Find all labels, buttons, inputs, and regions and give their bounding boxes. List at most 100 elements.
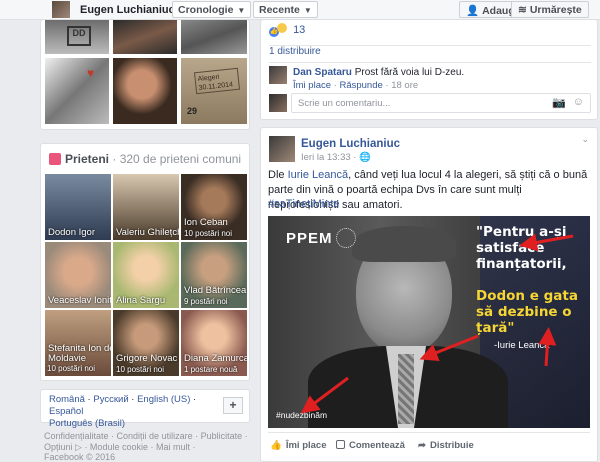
- wow-reaction-icon: [277, 23, 287, 33]
- red-arrows-overlay: [300, 233, 574, 414]
- friend-name[interactable]: Valeriu Ghilețchi: [116, 227, 179, 238]
- follow-label: Urmărește: [529, 4, 582, 16]
- profile-avatar-small[interactable]: [52, 1, 70, 18]
- comment-icon: [336, 440, 345, 449]
- commenter-avatar[interactable]: [269, 66, 287, 84]
- language-link[interactable]: English (US): [137, 394, 190, 405]
- post-author-avatar[interactable]: [269, 136, 295, 162]
- friend-tile[interactable]: Alina Sargu: [113, 242, 179, 308]
- arrow-icon: [538, 327, 557, 367]
- ballot-caption: Alegeri 30.11.2014: [193, 67, 241, 95]
- friend-name[interactable]: Dodon Igor: [48, 227, 95, 238]
- comment-actions: Îmi place · Răspunde · 18 ore: [293, 80, 419, 91]
- comment-author[interactable]: Dan Spataru: [293, 67, 352, 78]
- comment-reply-link[interactable]: Răspunde: [339, 80, 382, 91]
- comment-label: Comentează: [349, 440, 405, 451]
- thumbs-up-icon: 👍: [270, 440, 282, 451]
- recent-select[interactable]: Recente ▼: [253, 1, 318, 18]
- friend-new-posts: 10 postări noi: [184, 229, 233, 238]
- globe-icon: 🌐: [359, 152, 371, 163]
- language-list: Română · Русский · English (US) · Españo…: [49, 394, 197, 429]
- comment: Dan Spataru Prost fără voia lui D-zeu.: [293, 67, 464, 78]
- friends-icon: [49, 153, 61, 165]
- photo-thumb[interactable]: ♥: [45, 58, 109, 124]
- comment-time: · 18 ore: [385, 80, 419, 91]
- share-button[interactable]: ➦ Distribuie: [418, 440, 474, 451]
- friends-count: · 320 de prieteni comuni: [112, 152, 242, 166]
- comment-placeholder: Scrie un comentariu...: [298, 98, 391, 109]
- share-icon: ➦: [418, 440, 426, 451]
- comment-text: Prost fără voia lui D-zeu.: [354, 67, 465, 78]
- friend-name[interactable]: Vlad Bătrîncea: [184, 285, 246, 296]
- friend-name[interactable]: Veaceslav Ioniță: [48, 295, 111, 306]
- shares-count[interactable]: 1 distribuire: [269, 46, 321, 57]
- post-image[interactable]: PPEM "Pentru a-și satisface finanțatorii…: [268, 216, 590, 428]
- ballot-number: 29: [187, 106, 198, 116]
- friend-tile[interactable]: Veaceslav Ioniță: [45, 242, 111, 308]
- footer-copyright: Facebook © 2016: [44, 452, 116, 462]
- emoji-icon[interactable]: ☺: [573, 96, 584, 108]
- friend-new-posts: 1 postare nouă: [184, 365, 238, 374]
- friends-header: Prieteni · 320 de prieteni comuni: [49, 152, 241, 166]
- reactions-row[interactable]: 👍 13: [269, 23, 305, 37]
- comment-like-link[interactable]: Îmi place: [293, 80, 331, 91]
- like-label: Îmi place: [285, 440, 327, 451]
- post-hashtag[interactable]: #saȚinețiMinte: [268, 198, 340, 210]
- friend-name[interactable]: Alina Sargu: [116, 295, 165, 306]
- photo-thumb[interactable]: [113, 20, 177, 54]
- reaction-count[interactable]: 13: [293, 24, 305, 36]
- friend-new-posts: 10 postări noi: [116, 365, 165, 374]
- friend-name[interactable]: Ion Ceban: [184, 217, 228, 228]
- language-link[interactable]: Română: [49, 394, 85, 405]
- photo-thumb[interactable]: Alegeri 30.11.2014 29: [181, 58, 247, 124]
- friend-tile[interactable]: Vlad Bătrîncea 9 postări noi: [181, 242, 247, 308]
- add-language-button[interactable]: +: [223, 397, 243, 414]
- arrow-icon: [519, 233, 574, 252]
- chevron-down-icon: ▼: [303, 6, 312, 15]
- like-button[interactable]: 👍 Îmi place: [270, 440, 327, 451]
- language-link[interactable]: Português (Brasil): [49, 418, 125, 429]
- post-text-before: Dle: [268, 169, 288, 181]
- friends-card: Prieteni · 320 de prieteni comuni Dodon …: [40, 143, 250, 381]
- photo-thumb[interactable]: [181, 20, 247, 54]
- my-avatar: [269, 94, 287, 112]
- language-link[interactable]: Русский: [93, 394, 128, 405]
- follow-button[interactable]: ≋ Urmărește: [511, 1, 589, 18]
- post-time-text[interactable]: Ieri la 13:33 ·: [301, 152, 356, 163]
- friend-name[interactable]: Grigore Novac: [116, 353, 177, 364]
- friend-tile[interactable]: Ion Ceban 10 postări noi: [181, 174, 247, 240]
- friend-new-posts: 10 postări noi: [47, 364, 96, 373]
- footer-links[interactable]: Confidențialitate · Condiții de utilizar…: [44, 431, 248, 442]
- friend-tile[interactable]: Dodon Igor: [45, 174, 111, 240]
- previous-post-card: 👍 13 1 distribuire Dan Spataru Prost făr…: [260, 20, 598, 120]
- friends-title[interactable]: Prieteni: [65, 152, 109, 166]
- languages-card: Română · Русский · English (US) · Españo…: [40, 389, 250, 429]
- post-time: Ieri la 13:33 · 🌐: [301, 152, 371, 163]
- friend-name-line2[interactable]: Moldavie: [48, 353, 86, 364]
- timeline-select[interactable]: Cronologie ▼: [172, 1, 252, 18]
- language-link[interactable]: Español: [49, 406, 83, 417]
- profile-name[interactable]: Eugen Luchianiuc: [80, 4, 175, 16]
- comment-input[interactable]: Scrie un comentariu... 📷 ☺: [291, 93, 591, 113]
- photo-thumb[interactable]: [113, 58, 177, 124]
- arrow-icon: [419, 334, 479, 362]
- post-mention[interactable]: Iurie Leancă: [288, 169, 349, 181]
- friend-tile[interactable]: Diana Zamurca 1 postare nouă: [181, 310, 247, 376]
- heart-icon: ♥: [87, 66, 95, 80]
- camera-icon[interactable]: 📷: [552, 96, 566, 109]
- post-author[interactable]: Eugen Luchianiuc: [301, 138, 400, 150]
- comment-button[interactable]: Comentează: [336, 440, 405, 451]
- share-label: Distribuie: [429, 440, 474, 451]
- profile-top-bar: Eugen Luchianiuc Cronologie ▼ Recente ▼ 👤 A…: [0, 0, 600, 20]
- friend-tile[interactable]: Valeriu Ghilețchi: [113, 174, 179, 240]
- arrow-icon: [300, 376, 349, 414]
- friend-name[interactable]: Diana Zamurca: [184, 353, 247, 364]
- rss-icon: ≋: [518, 4, 527, 16]
- friend-tile[interactable]: Grigore Novac 10 postări noi: [113, 310, 179, 376]
- chevron-down-icon: ▼: [237, 6, 246, 15]
- friend-new-posts: 9 postări noi: [184, 297, 228, 306]
- add-friend-icon: 👤: [466, 5, 480, 17]
- photo-thumb[interactable]: DD: [45, 20, 109, 54]
- post-options-icon[interactable]: ⌄: [581, 134, 589, 145]
- recent-select-label: Recente: [259, 4, 300, 16]
